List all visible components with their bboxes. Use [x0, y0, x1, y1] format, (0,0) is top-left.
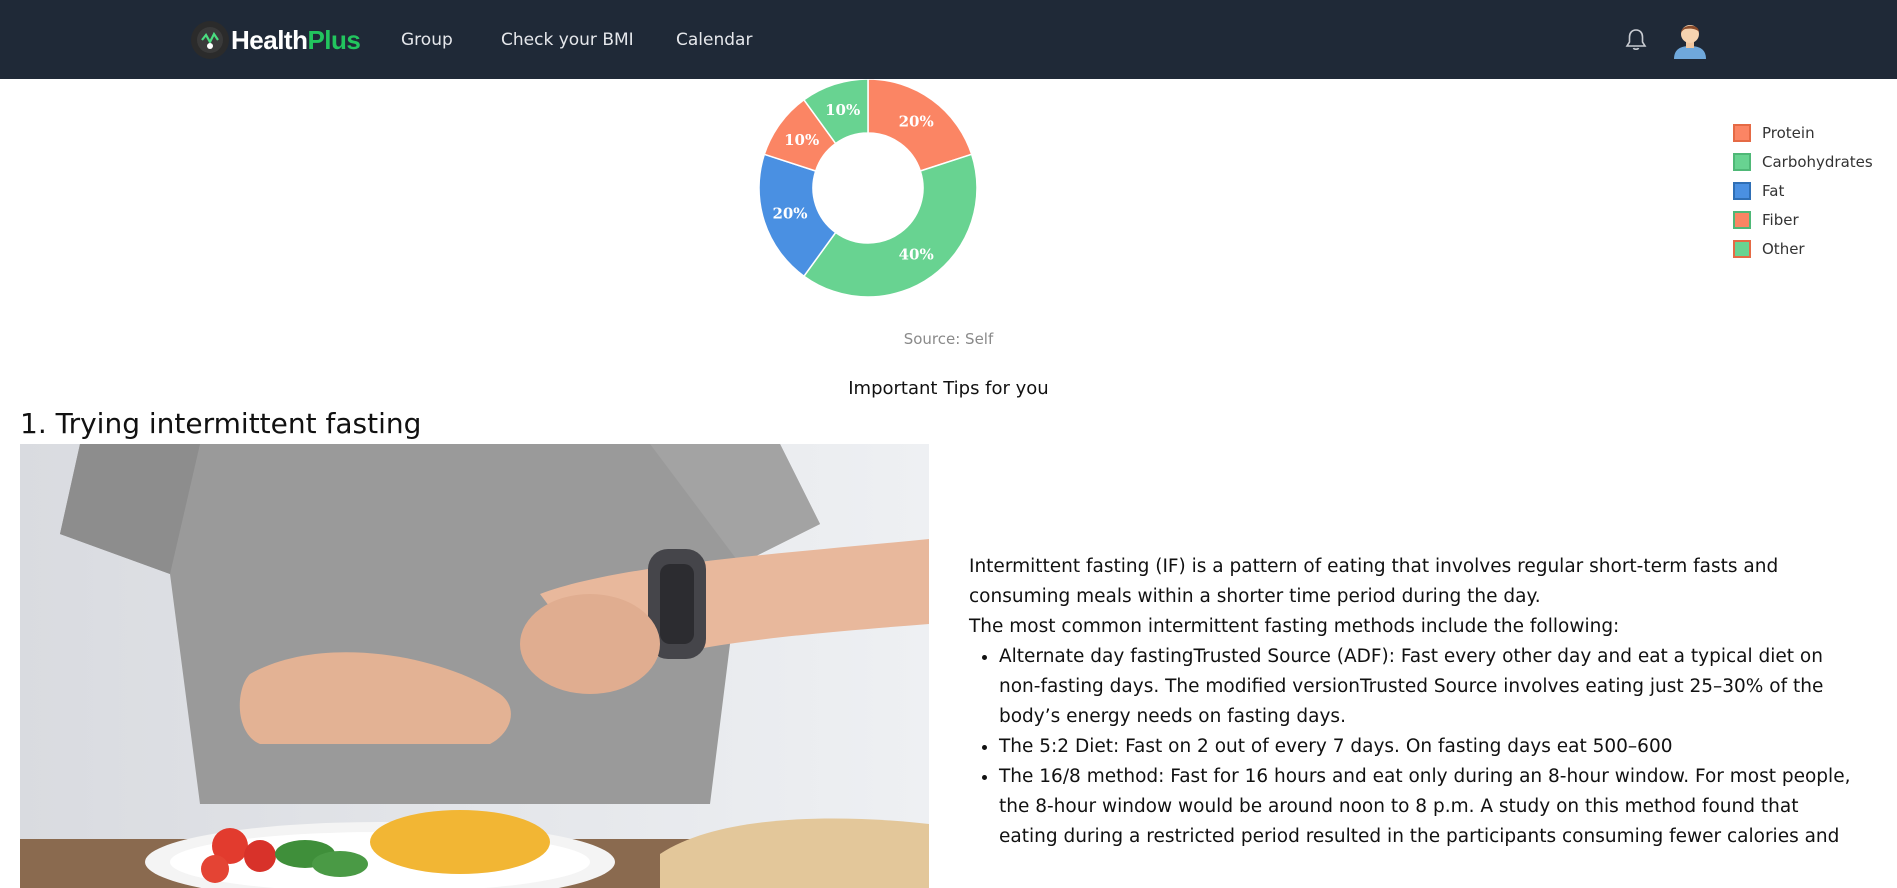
fasting-description: Intermittent fasting (IF) is a pattern o… [969, 552, 1859, 852]
fasting-intro: Intermittent fasting (IF) is a pattern o… [969, 556, 1779, 607]
legend-item-other[interactable]: Other [1733, 234, 1873, 263]
pie-label-carbohydrates: 40% [899, 245, 934, 263]
legend-swatch [1733, 152, 1751, 171]
legend-item-fiber[interactable]: Fiber [1733, 205, 1873, 234]
legend-item-carbohydrates[interactable]: Carbohydrates [1733, 147, 1873, 176]
list-item: The 16/8 method: Fast for 16 hours and e… [999, 762, 1859, 852]
legend-item-fat[interactable]: Fat [1733, 176, 1873, 205]
legend-label: Other [1762, 239, 1805, 258]
pie-label-fat: 20% [772, 204, 807, 222]
legend-label: Fiber [1762, 210, 1799, 229]
chart-source: Source: Self [903, 330, 994, 348]
pie-label-other: 10% [825, 101, 860, 119]
nav-link-calendar[interactable]: Calendar [676, 30, 752, 50]
legend-swatch [1733, 210, 1751, 229]
user-avatar[interactable] [1671, 19, 1709, 59]
legend-swatch [1733, 181, 1751, 200]
nutrition-donut-chart: 20% 40% 20% 10% 10% [759, 79, 977, 297]
legend-label: Carbohydrates [1762, 152, 1873, 171]
fasting-methods-list: Alternate day fastingTrusted Source (ADF… [969, 642, 1859, 852]
legend-label: Fat [1762, 181, 1785, 200]
nav-link-check-bmi[interactable]: Check your BMI [501, 30, 634, 50]
pie-label-protein: 20% [899, 113, 934, 131]
logo-emblem-icon [191, 21, 229, 59]
legend-item-protein[interactable]: Protein [1733, 118, 1873, 147]
list-item: Alternate day fastingTrusted Source (ADF… [999, 642, 1859, 732]
notification-bell-icon[interactable] [1622, 26, 1650, 54]
intermittent-fasting-photo [20, 444, 929, 888]
fasting-methods-lead: The most common intermittent fasting met… [969, 616, 1620, 637]
top-navbar: Health Plus Group Check your BMI Calendar [0, 0, 1897, 79]
legend-label: Protein [1762, 123, 1815, 142]
nav-link-group[interactable]: Group [401, 30, 453, 50]
section-heading: 1. Trying intermittent fasting [20, 407, 422, 440]
legend-swatch [1733, 123, 1751, 142]
chart-legend: Protein Carbohydrates Fat Fiber Other [1733, 118, 1873, 263]
healthplus-logo[interactable]: Health Plus [191, 20, 361, 60]
pie-label-fiber: 10% [784, 131, 819, 149]
legend-swatch [1733, 239, 1751, 258]
list-item: The 5:2 Diet: Fast on 2 out of every 7 d… [999, 732, 1859, 762]
pie-slice-carbohydrates[interactable] [802, 153, 977, 297]
logo-text-health: Health [231, 24, 308, 55]
tips-title: Important Tips for you [848, 378, 1049, 399]
logo-text-plus: Plus [307, 24, 361, 55]
